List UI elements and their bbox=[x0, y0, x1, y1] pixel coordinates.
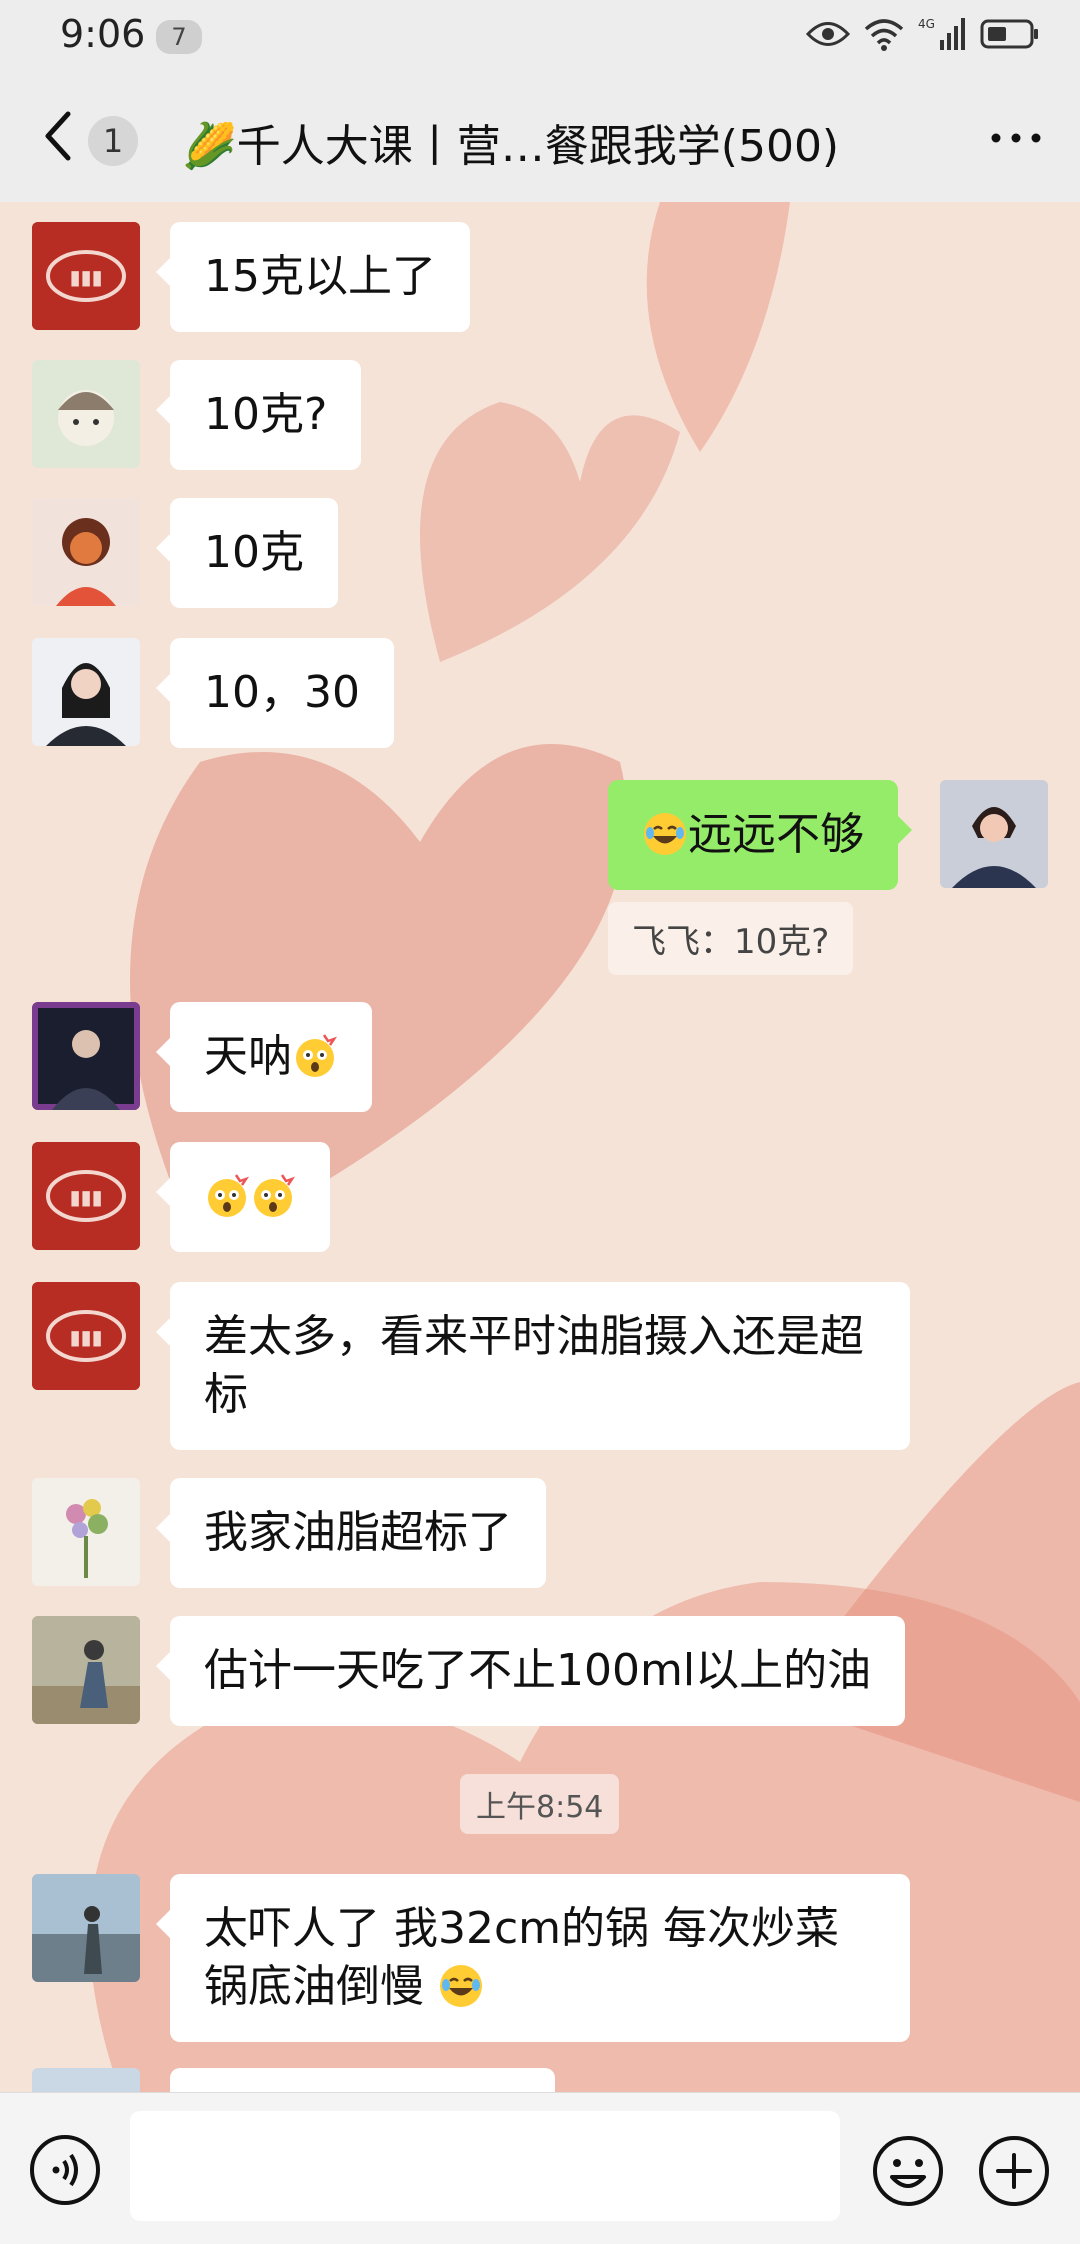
more-button[interactable] bbox=[986, 118, 1046, 158]
avatar[interactable] bbox=[32, 1616, 140, 1724]
quoted-reply[interactable]: 飞飞：10克? bbox=[608, 902, 854, 975]
eye-icon bbox=[805, 19, 851, 53]
chat-title: 🌽千人大课丨营…餐跟我学(500) bbox=[182, 121, 840, 172]
message-bubble[interactable]: 15克以上了 bbox=[156, 222, 470, 332]
unread-count-badge: 1 bbox=[88, 116, 138, 166]
more-dots-icon bbox=[991, 133, 1041, 143]
chat-header: 1 🌽千人大课丨营…餐跟我学(500) bbox=[0, 72, 1080, 202]
message-bubble[interactable]: 天呐 bbox=[156, 1002, 372, 1112]
status-time: 9:06 bbox=[60, 12, 146, 56]
avatar[interactable] bbox=[32, 1478, 140, 1586]
chat-message-list[interactable]: ▮▮▮ 15克以上了 10克? 10克 10，30 远远不够 飞飞：10克? 天… bbox=[0, 202, 1080, 2092]
avatar[interactable]: ▮▮▮ bbox=[32, 1282, 140, 1390]
message-bubble[interactable]: 太吓人了 我32cm的锅 每次炒菜锅底油倒慢 bbox=[156, 1874, 910, 2042]
message-bubble[interactable]: 估计一天吃了不止100ml以上的油 bbox=[155, 1616, 906, 1726]
status-icons: 4G bbox=[805, 14, 1040, 58]
laughing-tears-emoji-icon bbox=[642, 811, 688, 857]
avatar[interactable]: ▮▮▮ bbox=[32, 1142, 140, 1250]
message-bubble[interactable]: 我家油脂超标了 bbox=[156, 1478, 546, 1588]
message-input-bar bbox=[0, 2092, 1080, 2244]
time-separator: 上午8:54 bbox=[460, 1774, 620, 1834]
notification-count-badge: 7 bbox=[156, 20, 202, 54]
voice-icon bbox=[30, 2135, 100, 2205]
svg-text:4G: 4G bbox=[918, 17, 935, 31]
avatar[interactable]: ▮▮▮ bbox=[32, 222, 140, 330]
smiley-icon bbox=[873, 2136, 943, 2206]
status-bar: 9:06 7 4G bbox=[0, 0, 1080, 72]
wifi-icon bbox=[864, 17, 904, 55]
message-bubble[interactable] bbox=[156, 1142, 330, 1252]
message-text: 远远不够 bbox=[688, 809, 864, 860]
avatar[interactable] bbox=[32, 360, 140, 468]
plus-icon bbox=[979, 2136, 1049, 2206]
chevron-left-icon bbox=[45, 111, 71, 161]
avatar[interactable] bbox=[32, 1002, 140, 1110]
battery-icon bbox=[980, 18, 1040, 54]
message-bubble[interactable]: 10克 bbox=[156, 498, 338, 608]
more-actions-button[interactable] bbox=[976, 2133, 1052, 2209]
avatar[interactable] bbox=[32, 498, 140, 606]
message-bubble-self[interactable]: 远远不够 bbox=[608, 780, 912, 890]
voice-button[interactable] bbox=[28, 2133, 102, 2207]
avatar[interactable] bbox=[32, 1874, 140, 1982]
message-bubble[interactable]: 10克? bbox=[155, 360, 362, 470]
avatar[interactable] bbox=[32, 2068, 140, 2092]
astonished-emoji-icon bbox=[204, 1173, 250, 1219]
emoji-button[interactable] bbox=[870, 2133, 946, 2209]
avatar-self[interactable] bbox=[940, 780, 1048, 888]
message-input[interactable] bbox=[130, 2111, 840, 2221]
message-text: 天呐 bbox=[204, 1031, 292, 1082]
avatar[interactable] bbox=[32, 638, 140, 746]
message-text: 太吓人了 我32cm的锅 每次炒菜锅底油倒慢 bbox=[204, 1903, 840, 2012]
signal-icon: 4G bbox=[918, 16, 966, 56]
astonished-emoji-icon bbox=[250, 1173, 296, 1219]
back-button[interactable] bbox=[36, 106, 86, 166]
astonished-emoji-icon bbox=[292, 1033, 338, 1079]
svg-text:▮▮▮: ▮▮▮ bbox=[69, 265, 102, 289]
svg-text:▮▮▮: ▮▮▮ bbox=[69, 1185, 102, 1209]
message-bubble[interactable] bbox=[170, 2068, 555, 2092]
message-bubble[interactable]: 差太多，看来平时油脂摄入还是超标 bbox=[156, 1282, 910, 1450]
laughing-tears-emoji-icon bbox=[438, 1963, 484, 2009]
svg-text:▮▮▮: ▮▮▮ bbox=[69, 1325, 102, 1349]
message-bubble[interactable]: 10，30 bbox=[156, 638, 394, 748]
